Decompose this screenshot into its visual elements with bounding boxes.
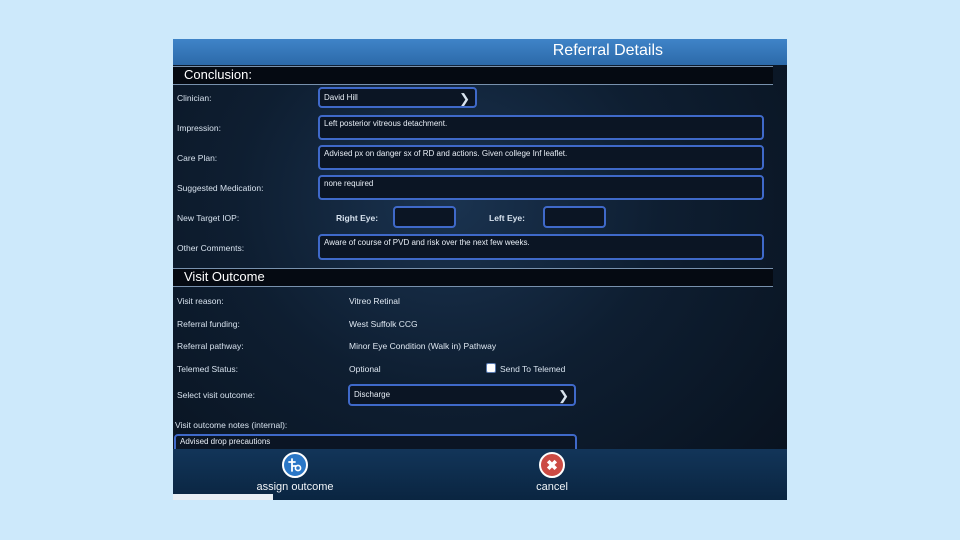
visit-outcome-header: Visit Outcome (173, 268, 773, 287)
clinician-select[interactable]: David Hill ❯ (318, 87, 477, 108)
comments-label: Other Comments: (177, 243, 245, 253)
cancel-button[interactable]: ✖ cancel (492, 449, 612, 500)
medication-label: Suggested Medication: (177, 183, 264, 193)
close-icon: ✖ (539, 452, 565, 478)
assign-outcome-label: assign outcome (256, 481, 334, 493)
comments-value: Aware of course of PVD and risk over the… (324, 238, 530, 247)
referral-funding-value: West Suffolk CCG (349, 319, 418, 329)
impression-label: Impression: (177, 123, 221, 133)
impression-field[interactable]: Left posterior vitreous detachment. (318, 115, 764, 140)
conclusion-header: Conclusion: (173, 66, 773, 85)
right-eye-label: Right Eye: (336, 213, 379, 223)
visit-reason-value: Vitreo Retinal (349, 296, 400, 306)
medication-value: none required (324, 179, 374, 188)
referral-funding-label: Referral funding: (177, 319, 240, 329)
outcome-notes-label: Visit outcome notes (internal): (175, 420, 288, 430)
left-eye-label: Left Eye: (489, 213, 525, 223)
chevron-right-icon: ❯ (459, 91, 470, 106)
impression-value: Left posterior vitreous detachment. (324, 119, 448, 128)
footer-strip (173, 494, 273, 500)
action-bar: assign outcome ✖ cancel (173, 449, 787, 500)
window-title: Referral Details (552, 42, 663, 59)
telemed-status-label: Telemed Status: (177, 364, 238, 374)
care-plan-value: Advised px on danger sx of RD and action… (324, 149, 568, 158)
referral-pathway-value: Minor Eye Condition (Walk in) Pathway (349, 341, 497, 351)
left-eye-field[interactable] (543, 206, 606, 228)
conclusion-header-label: Conclusion: (184, 67, 252, 82)
target-iop-label: New Target IOP: (177, 213, 240, 223)
visit-outcome-header-label: Visit Outcome (184, 269, 265, 284)
right-eye-field[interactable] (393, 206, 456, 228)
assign-outcome-icon (282, 452, 308, 478)
telemed-status-value: Optional (349, 364, 381, 374)
medication-field[interactable]: none required (318, 175, 764, 200)
cancel-label: cancel (536, 481, 568, 493)
referral-pathway-label: Referral pathway: (177, 341, 244, 351)
visit-reason-label: Visit reason: (177, 296, 224, 306)
send-telemed-label: Send To Telemed (500, 364, 566, 374)
care-plan-label: Care Plan: (177, 153, 218, 163)
select-outcome-label: Select visit outcome: (177, 390, 255, 400)
outcome-notes-value: Advised drop precautions (180, 437, 271, 446)
send-telemed-checkbox[interactable] (486, 363, 496, 373)
care-plan-field[interactable]: Advised px on danger sx of RD and action… (318, 145, 764, 170)
comments-field[interactable]: Aware of course of PVD and risk over the… (318, 234, 764, 260)
title-bar: Referral Details (173, 39, 787, 65)
visit-outcome-select[interactable]: Discharge ❯ (348, 384, 576, 406)
referral-details-window: Referral Details Conclusion: Clinician: … (173, 39, 787, 500)
clinician-label: Clinician: (177, 93, 212, 103)
assign-outcome-button[interactable]: assign outcome (235, 449, 355, 500)
visit-outcome-select-value: Discharge (354, 390, 391, 399)
chevron-right-icon: ❯ (558, 388, 569, 403)
clinician-value: David Hill (324, 93, 358, 102)
